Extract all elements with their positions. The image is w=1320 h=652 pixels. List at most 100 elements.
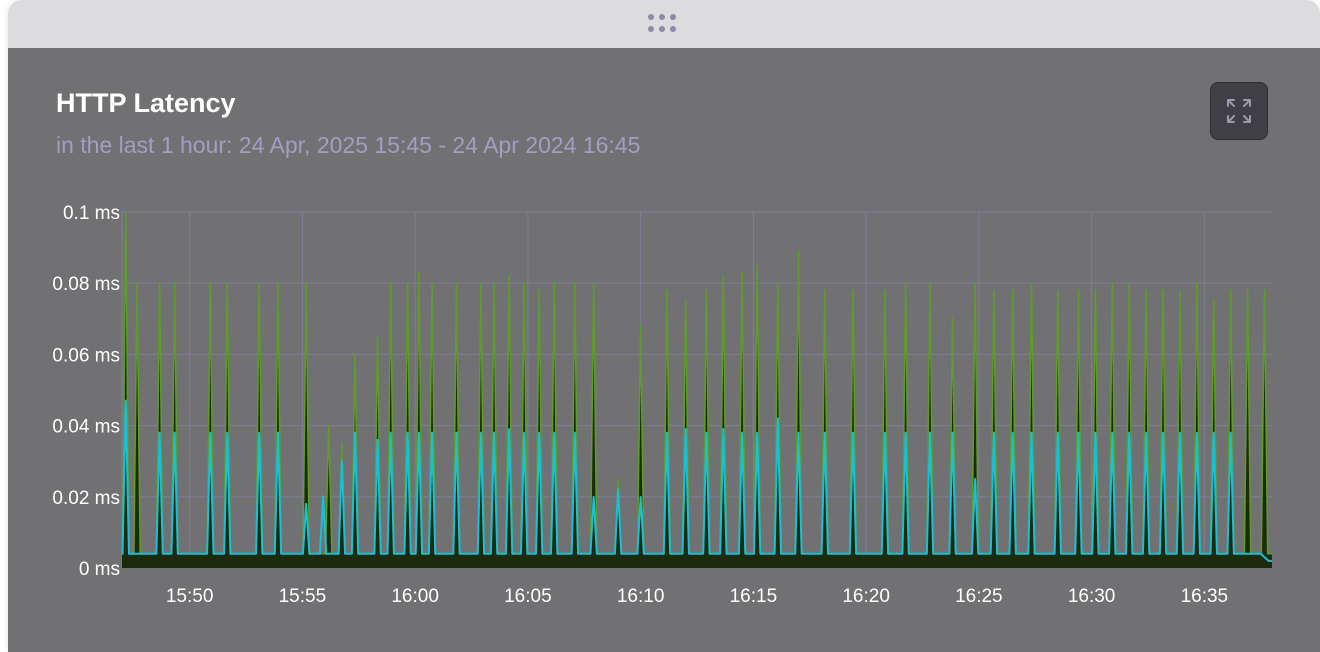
data-point bbox=[523, 282, 525, 284]
data-point bbox=[1196, 431, 1198, 434]
data-point bbox=[1056, 289, 1059, 292]
data-point bbox=[523, 431, 525, 434]
data-point bbox=[1212, 431, 1215, 434]
data-point bbox=[553, 431, 555, 434]
data-point bbox=[639, 325, 642, 327]
data-point bbox=[389, 431, 392, 434]
data-point bbox=[124, 399, 127, 402]
data-point bbox=[1077, 289, 1080, 292]
dashboard-widget: HTTP Latency in the last 1 hour: 24 Apr,… bbox=[8, 0, 1320, 652]
data-point bbox=[722, 275, 725, 277]
data-point bbox=[884, 289, 886, 292]
x-tick-label: 16:35 bbox=[1181, 586, 1229, 607]
data-point bbox=[277, 282, 279, 284]
data-point bbox=[508, 275, 510, 277]
data-point bbox=[684, 428, 687, 430]
data-point bbox=[493, 431, 495, 434]
x-tick-label: 16:25 bbox=[955, 586, 1003, 607]
data-point bbox=[777, 417, 779, 420]
data-point bbox=[376, 335, 379, 338]
data-point bbox=[480, 431, 482, 434]
data-point bbox=[1145, 289, 1147, 292]
data-point bbox=[639, 496, 642, 498]
data-point bbox=[354, 431, 356, 434]
x-tick-label: 16:30 bbox=[1068, 586, 1116, 607]
data-point bbox=[574, 431, 576, 434]
x-tick-label: 16:10 bbox=[617, 586, 665, 607]
widget-header-bar bbox=[8, 0, 1320, 48]
drag-dots-icon[interactable] bbox=[648, 12, 682, 36]
data-point bbox=[797, 431, 800, 434]
data-point bbox=[1263, 289, 1266, 292]
data-point bbox=[1179, 289, 1181, 292]
data-point bbox=[418, 431, 420, 434]
data-point bbox=[823, 431, 826, 434]
data-point bbox=[322, 496, 324, 498]
data-point bbox=[406, 282, 409, 284]
data-point bbox=[1056, 431, 1059, 434]
data-point bbox=[929, 282, 931, 284]
data-point bbox=[158, 282, 161, 284]
x-tick-label: 16:05 bbox=[504, 586, 552, 607]
data-point bbox=[705, 289, 708, 292]
data-point bbox=[258, 431, 260, 434]
data-point bbox=[705, 431, 708, 434]
data-point bbox=[354, 353, 356, 356]
data-point bbox=[574, 282, 576, 284]
data-point bbox=[1011, 289, 1014, 292]
data-point bbox=[617, 478, 619, 480]
data-point bbox=[993, 289, 995, 292]
data-point bbox=[136, 282, 138, 284]
y-tick-label: 0 ms bbox=[79, 559, 120, 580]
data-point bbox=[455, 282, 458, 284]
data-point bbox=[1145, 431, 1147, 434]
data-point bbox=[993, 431, 995, 434]
data-point bbox=[431, 282, 433, 284]
data-point bbox=[974, 478, 976, 480]
data-point bbox=[1179, 431, 1181, 434]
data-point bbox=[376, 439, 379, 441]
data-point bbox=[756, 431, 758, 434]
data-point bbox=[951, 318, 954, 320]
data-point bbox=[124, 211, 127, 213]
data-point bbox=[538, 289, 540, 292]
data-point bbox=[1011, 431, 1014, 434]
data-point bbox=[741, 431, 743, 434]
data-point bbox=[666, 431, 668, 434]
data-point bbox=[1229, 289, 1232, 292]
y-tick-label: 0.04 ms bbox=[52, 417, 120, 438]
data-point bbox=[1094, 431, 1097, 434]
data-point bbox=[1077, 431, 1080, 434]
data-point bbox=[823, 289, 826, 292]
data-point bbox=[1212, 300, 1215, 302]
series-line bbox=[121, 211, 1272, 555]
data-point bbox=[904, 431, 907, 434]
data-point bbox=[617, 488, 619, 491]
data-point bbox=[173, 431, 176, 434]
data-point bbox=[1111, 282, 1114, 284]
data-point bbox=[904, 282, 907, 284]
data-point bbox=[741, 271, 743, 274]
data-point bbox=[1128, 282, 1130, 284]
latency-panel: HTTP Latency in the last 1 hour: 24 Apr,… bbox=[8, 48, 1320, 652]
data-point bbox=[722, 428, 725, 430]
data-point bbox=[538, 431, 540, 434]
data-point bbox=[1246, 289, 1249, 292]
data-point bbox=[209, 431, 212, 434]
data-point bbox=[277, 431, 279, 434]
data-point bbox=[226, 282, 229, 284]
data-point bbox=[852, 289, 854, 292]
data-point bbox=[1162, 289, 1164, 292]
data-point bbox=[1094, 289, 1097, 292]
baseline-band bbox=[122, 553, 1272, 568]
data-point bbox=[777, 282, 779, 284]
data-point bbox=[592, 496, 595, 498]
data-point bbox=[1128, 431, 1130, 434]
data-point bbox=[951, 431, 954, 434]
y-tick-label: 0.1 ms bbox=[63, 203, 120, 224]
data-point bbox=[1229, 431, 1232, 434]
data-point bbox=[418, 271, 420, 274]
data-point bbox=[341, 460, 343, 463]
data-point bbox=[508, 428, 510, 430]
data-point bbox=[553, 282, 555, 284]
